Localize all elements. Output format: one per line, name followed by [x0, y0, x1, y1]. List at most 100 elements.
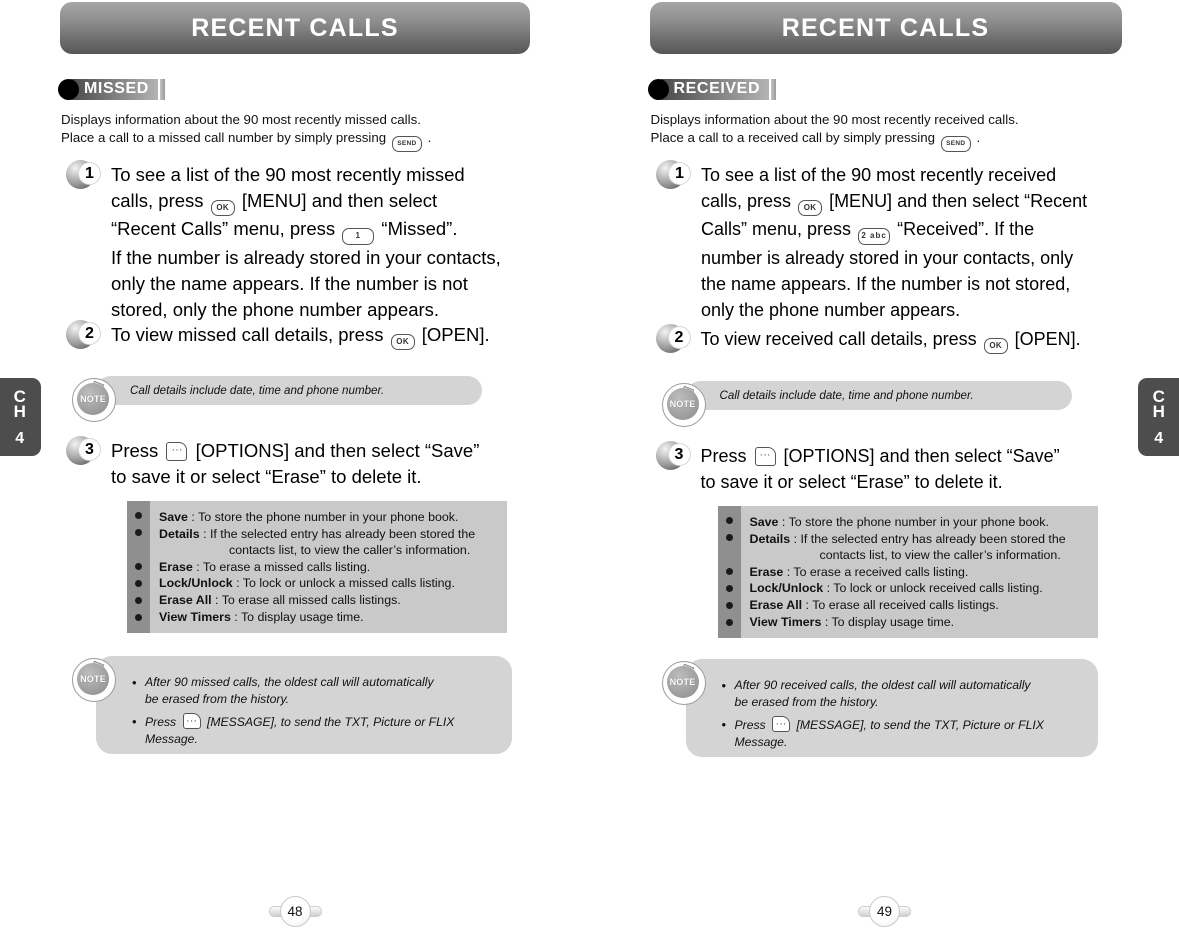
step-1-line-2: calls, press OK [MENU] and then select — [111, 188, 501, 216]
bullet-icon — [725, 517, 733, 524]
manual-page-left: C H 4 RECENT CALLS MISSED Displays infor… — [0, 0, 590, 935]
note-label: NOTE — [669, 399, 696, 409]
intro-line-2: Place a call to a received call by simpl… — [651, 129, 1131, 152]
step-2-line-1b: [OPEN]. — [1014, 329, 1081, 349]
step-1-line-2: calls, press OK [MENU] and then select “… — [701, 188, 1087, 216]
chapter-letter-h: H — [13, 401, 27, 421]
step-3-line-2: to save it or select “Erase” to delete i… — [111, 466, 422, 487]
option-desc: To display usage time. — [240, 609, 364, 624]
note-bullet-2b: [MESSAGE], to send the TXT, Picture or F… — [796, 718, 1044, 732]
intro-text-left: Displays information about the 90 most r… — [61, 111, 531, 152]
note-badge-icon: NOTE — [660, 659, 706, 705]
message-softkey-icon — [772, 716, 791, 733]
chapter-letter-h: H — [1152, 401, 1166, 421]
note-badge-icon: NOTE — [70, 656, 116, 702]
step-1-line-4: number is already stored in your contact… — [701, 248, 1074, 268]
note-body: Call details include date, time and phon… — [685, 381, 1072, 410]
note-text: Call details include date, time and phon… — [130, 384, 385, 397]
step-1-line-2a: calls, press — [701, 191, 792, 211]
chapter-tab-right: C H 4 — [1138, 378, 1179, 456]
option-label: Save — [749, 515, 779, 529]
options-rows: Save : To store the phone number in your… — [741, 506, 1098, 638]
step-number-badge: 2 — [655, 324, 690, 354]
step-number: 1 — [669, 163, 690, 184]
number-key-2-icon: 2 abc — [858, 228, 891, 245]
option-desc-cont: contacts list, to view the caller’s info… — [819, 548, 1061, 563]
bullet-icon — [725, 619, 733, 626]
step-3-line-1a: Press — [111, 440, 159, 461]
step-3-line-1b: [OPTIONS] and then select “Save” — [783, 446, 1060, 466]
note-bullet-list: After 90 received calls, the oldest call… — [720, 677, 1080, 751]
option-sep: : — [802, 597, 813, 612]
step-number: 1 — [79, 163, 100, 184]
page-title-left: RECENT CALLS — [191, 13, 399, 42]
section-tag-label: MISSED — [71, 78, 158, 100]
option-row: Erase : To erase a missed calls listing. — [159, 559, 497, 576]
step-2-line-1b: [OPEN]. — [421, 324, 490, 345]
note-bullet-item: After 90 received calls, the oldest call… — [720, 677, 1080, 711]
note-bullet-list: After 90 missed calls, the oldest call w… — [130, 674, 494, 748]
options-table-left: Save : To store the phone number in your… — [127, 501, 507, 634]
step-number-badge: 3 — [655, 441, 690, 471]
intro-line-1: Displays information about the 90 most r… — [61, 112, 421, 127]
bullet-icon — [135, 512, 142, 519]
note-box-middle-left: NOTE Call details include date, time and… — [70, 376, 482, 422]
note-text: Call details include date, time and phon… — [719, 389, 974, 402]
option-label: Details — [749, 531, 791, 546]
send-key-icon: SEND — [391, 136, 422, 152]
number-key-1-icon: 1 — [342, 228, 375, 245]
step-2-text: To view received call details, press OK … — [701, 326, 1081, 354]
note-bullet-item: After 90 missed calls, the oldest call w… — [130, 674, 494, 708]
option-desc: To lock or unlock received calls listing… — [833, 581, 1043, 596]
note-label: NOTE — [80, 674, 106, 684]
step-2-line-1a: To view missed call details, press — [111, 324, 384, 345]
chapter-number: 4 — [15, 429, 25, 447]
options-softkey-icon — [754, 447, 776, 466]
option-sep: : — [211, 592, 222, 607]
step-2-right: 2 To view received call details, press O… — [655, 324, 1126, 354]
step-1-line-1: To see a list of the 90 most recently mi… — [111, 164, 465, 185]
bullet-icon — [725, 534, 733, 541]
step-number-badge: 1 — [656, 160, 690, 190]
note-bullet-2c: Message. — [734, 735, 788, 749]
bullet-icon — [135, 614, 142, 621]
step-3-right: 3 Press [OPTIONS] and then select “Save”… — [655, 441, 1126, 495]
options-bullet-column — [717, 506, 741, 639]
page-title-right: RECENT CALLS — [781, 13, 990, 42]
option-desc: To store the phone number in your phone … — [198, 510, 459, 524]
step-3-line-1: Press [OPTIONS] and then select “Save” — [701, 443, 1060, 469]
options-bullet-column — [127, 501, 150, 634]
option-row: Erase All : To erase all missed calls li… — [159, 592, 497, 609]
note-disc: NOTE — [77, 663, 109, 695]
option-row: Erase : To erase a received calls listin… — [750, 564, 1088, 581]
option-sep: : — [187, 510, 199, 524]
step-3-line-1: Press [OPTIONS] and then select “Save” — [111, 438, 479, 464]
page-header-banner-right: RECENT CALLS — [649, 2, 1122, 54]
step-1-line-1: To see a list of the 90 most recently re… — [701, 165, 1057, 185]
option-label: View Timers — [159, 609, 231, 624]
page-number-right: 49 — [840, 896, 930, 927]
option-row: Save : To store the phone number in your… — [750, 514, 1088, 531]
note-bullet-2c: Message. — [145, 732, 198, 746]
option-label: Erase All — [749, 597, 803, 612]
option-row: Details : If the selected entry has alre… — [159, 526, 497, 559]
option-sep: : — [823, 581, 834, 596]
step-2-line-1: To view received call details, press OK … — [701, 326, 1081, 354]
step-1-line-2b: [MENU] and then select “Recent — [829, 191, 1088, 211]
note-bullet-item: Press [MESSAGE], to send the TXT, Pictur… — [130, 713, 494, 748]
note-body: After 90 received calls, the oldest call… — [685, 659, 1098, 757]
step-1-line-6: stored, only the phone number appears. — [111, 299, 440, 320]
step-1-line-2b: [MENU] and then select — [241, 190, 438, 211]
option-desc: To store the phone number in your phone … — [788, 515, 1049, 529]
option-sep: : — [230, 609, 241, 624]
option-sep: : — [821, 614, 832, 629]
step-1-line-3a: Calls” menu, press — [701, 219, 852, 239]
option-desc: To erase all received calls listings. — [812, 597, 999, 612]
option-row: View Timers : To display usage time. — [750, 614, 1088, 631]
note-box-middle-right: NOTE Call details include date, time and… — [660, 381, 1072, 427]
note-bullet-2b: [MESSAGE], to send the TXT, Picture or F… — [206, 715, 455, 729]
step-number: 2 — [79, 323, 100, 344]
note-bullet-2a: Press — [734, 718, 766, 732]
page-number-value: 49 — [869, 896, 900, 927]
note-box-bottom-right: NOTE After 90 received calls, the oldest… — [660, 659, 1098, 757]
